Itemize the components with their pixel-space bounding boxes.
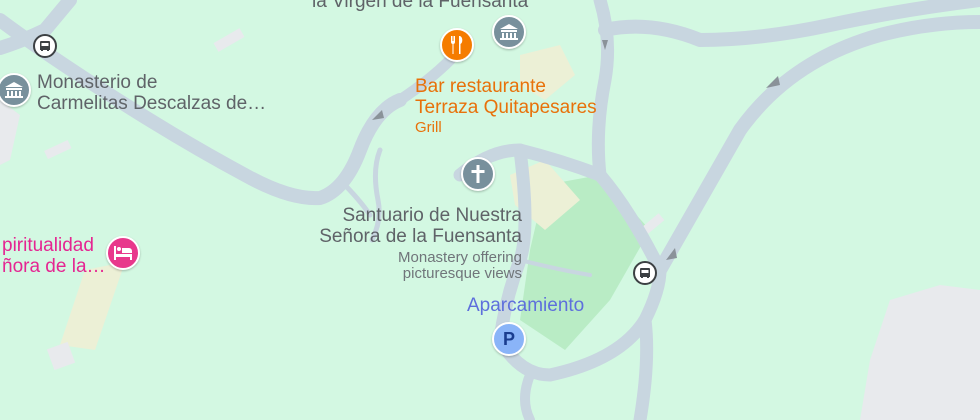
bus-icon [640,268,650,278]
label-espiritualidad[interactable]: piritualidad ñora de la… [2,235,106,278]
bed-icon [114,246,132,260]
label-carmelitas-line2: Carmelitas Descalzas de… [37,93,267,115]
bus-icon [40,41,50,51]
label-santuario-desc1: Monastery offering [398,248,522,266]
label-santuario-line2: Señora de la Fuensanta [319,226,522,248]
label-santuario-line1: Santuario de Nuestra [342,205,522,226]
bus-stop-left[interactable] [33,34,57,58]
cross-icon [471,165,485,183]
label-carmelitas-line1: Monasterio de [37,72,158,93]
label-bar-restaurante[interactable]: Bar restaurante Terraza Quitapesares Gri… [415,76,597,136]
building-block [0,100,20,165]
label-espiritualidad-line1: piritualidad [2,235,94,256]
label-bar-line1: Bar restaurante [415,76,546,97]
road-long [653,15,980,277]
label-virgen-top: la Virgen de la Fuensanta [312,0,529,12]
label-santuario-desc2: picturesque views [402,265,522,283]
monument-pin-top[interactable] [492,15,526,49]
parking-pin[interactable]: P [492,322,526,356]
label-aparcamiento[interactable]: Aparcamiento [467,295,584,316]
label-espiritualidad-line2: ñora de la… [2,256,106,278]
building-block [860,285,980,420]
hotel-pin[interactable] [106,236,140,270]
map-canvas[interactable]: la Virgen de la Fuensanta P Monasterio d… [0,0,980,420]
label-bar-category: Grill [415,118,442,136]
building-block [213,28,245,52]
road-south [633,313,654,420]
bus-stop-right[interactable] [633,261,657,285]
building-block [44,139,72,160]
monument-icon [500,24,518,40]
church-pin[interactable] [461,157,495,191]
monument-icon [5,82,23,98]
label-carmelitas[interactable]: Monasterio de Carmelitas Descalzas de… [37,72,266,115]
label-santuario[interactable]: Santuario de Nuestra Señora de la Fuensa… [319,205,522,283]
parking-icon: P [502,328,515,349]
fork-knife-icon [451,36,463,54]
label-bar-line2: Terraza Quitapesares [415,97,597,119]
road-south [520,370,535,420]
restaurant-pin[interactable] [440,28,474,62]
